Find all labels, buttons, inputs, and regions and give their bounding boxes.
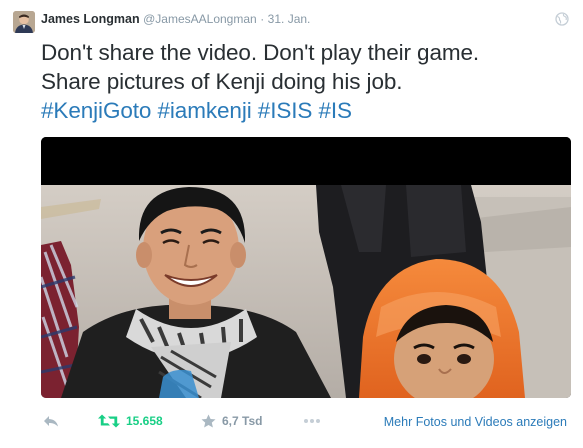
photo-image: [41, 137, 571, 398]
hashtag-link[interactable]: #iamkenji: [157, 98, 251, 123]
hashtag-link[interactable]: #IS: [318, 98, 352, 123]
more-button[interactable]: [303, 418, 321, 424]
star-icon: [201, 414, 216, 428]
tweet-text-line-2: Share pictures of Kenji doing his job.: [41, 69, 403, 94]
tweet-photo[interactable]: [41, 137, 571, 398]
more-photos-videos-link[interactable]: Mehr Fotos und Videos anzeigen: [384, 415, 567, 429]
tweet-actions: 15.658 6,7 Tsd Mehr Fotos und Videos anz…: [41, 414, 571, 434]
hashtag-link[interactable]: #KenjiGoto: [41, 98, 151, 123]
globe-icon: [555, 12, 569, 26]
tweet-header: James Longman @JamesAALongman · 31. Jan.: [41, 12, 310, 26]
tweet-text-line-1: Don't share the video. Don't play their …: [41, 40, 480, 65]
more-dots-icon: [304, 419, 320, 423]
retweet-count: 15.658: [126, 414, 163, 428]
hashtag-list: #KenjiGoto #iamkenji #ISIS #IS: [41, 96, 571, 125]
retweet-icon: [98, 414, 120, 428]
hashtag-link[interactable]: #ISIS: [258, 98, 313, 123]
retweet-button[interactable]: 15.658: [98, 414, 163, 428]
favorite-count: 6,7 Tsd: [222, 414, 263, 428]
tweet-date[interactable]: 31. Jan.: [268, 12, 311, 26]
reply-button[interactable]: [43, 414, 59, 428]
favorite-button[interactable]: 6,7 Tsd: [201, 414, 262, 428]
author-handle[interactable]: @JamesAALongman: [143, 12, 257, 26]
author-name[interactable]: James Longman: [41, 12, 140, 26]
tweet-text: Don't share the video. Don't play their …: [41, 38, 571, 125]
tweet-avatar[interactable]: [13, 11, 35, 33]
date-separator: ·: [260, 12, 265, 26]
reply-icon: [44, 416, 58, 427]
